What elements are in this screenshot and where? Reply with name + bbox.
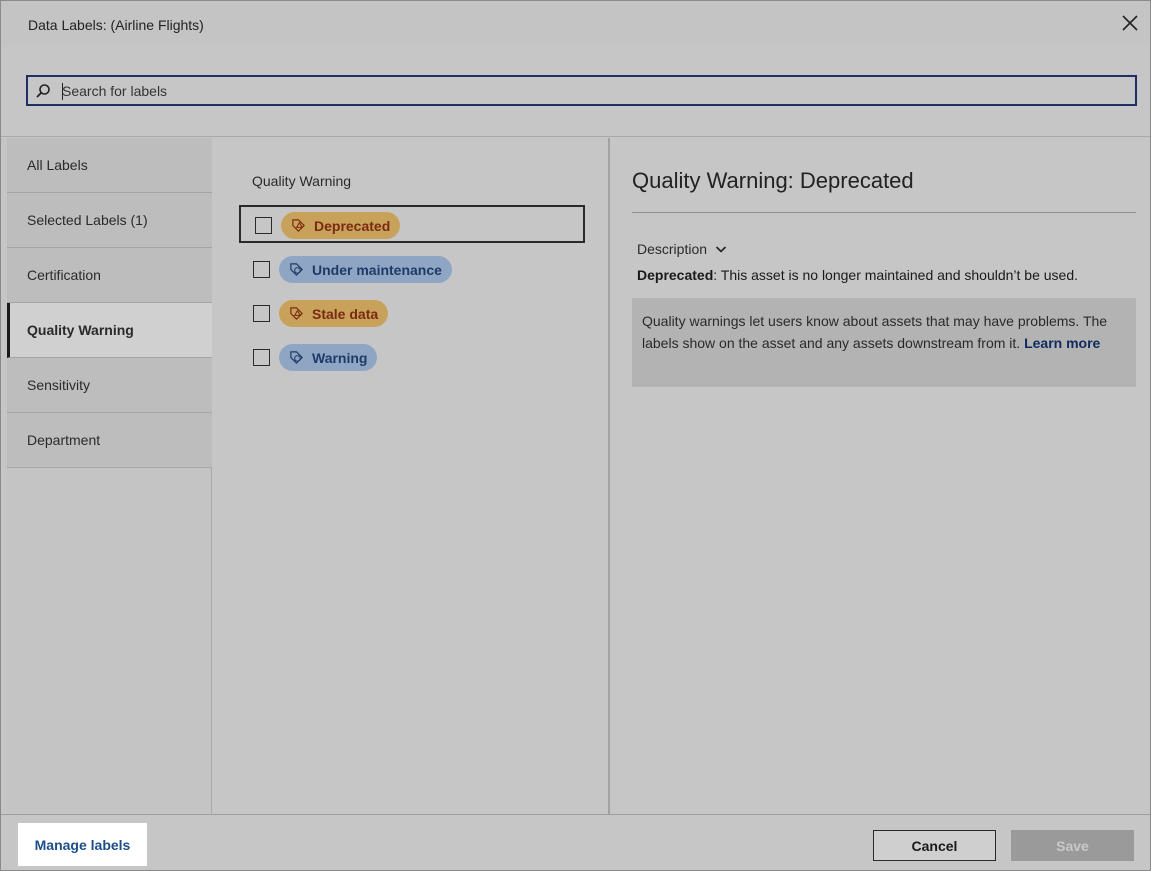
text-caret [62,83,63,100]
label-checkbox[interactable] [253,305,270,322]
label-detail-panel: Quality Warning: Deprecated Description … [612,138,1150,814]
close-icon [1122,15,1138,31]
search-input[interactable] [62,79,1122,103]
detail-title: Quality Warning: Deprecated [632,168,914,193]
description-body: : This asset is no longer maintained and… [713,267,1079,283]
sidebar-item-certification[interactable]: Certification [7,248,212,303]
dialog-title: Data Labels: (Airline Flights) [28,17,204,33]
description-text: Deprecated: This asset is no longer main… [637,267,1078,283]
learn-more-link[interactable]: Learn more [1024,335,1100,351]
sidebar-item-label: Certification [27,267,101,283]
label-row-stale-data[interactable]: Stale data [239,295,585,333]
label-checkbox[interactable] [255,217,272,234]
sidebar-item-label: Department [27,432,101,448]
sidebar-item-selected-labels[interactable]: Selected Labels (1) [7,193,212,248]
info-tag-icon [290,263,303,276]
label-pill-under-maintenance[interactable]: Under maintenance [279,256,452,283]
label-name: Deprecated [314,217,391,234]
dialog-titlebar: Data Labels: (Airline Flights) [1,1,1150,45]
search-icon [36,84,50,98]
label-name: Stale data [312,305,379,322]
labels-panel: Quality Warning Deprecated Under mainten… [212,138,610,814]
chevron-down-icon [715,246,727,253]
sidebar-item-quality-warning[interactable]: Quality Warning [7,303,212,358]
label-pill-deprecated[interactable]: Deprecated [281,212,401,239]
sidebar-item-label: Quality Warning [27,322,134,338]
label-pill-stale-data[interactable]: Stale data [279,300,389,327]
label-row-deprecated[interactable]: Deprecated [239,205,585,243]
warning-tag-icon [290,307,303,320]
manage-labels-button[interactable]: Manage labels [18,823,147,866]
description-toggle[interactable]: Description [637,241,727,257]
sidebar-item-label: Sensitivity [27,377,91,393]
description-term: Deprecated [637,267,714,283]
info-box: Quality warnings let users know about as… [632,298,1136,387]
dialog-footer: Manage labels Cancel Save [1,814,1150,870]
search-box[interactable] [26,75,1137,106]
label-checkbox[interactable] [253,261,270,278]
sidebar-empty-area [7,468,211,814]
sidebar-item-all-labels[interactable]: All Labels [7,138,212,193]
label-checkbox[interactable] [253,349,270,366]
search-area [1,45,1150,137]
sidebar-item-sensitivity[interactable]: Sensitivity [7,358,212,413]
sidebar-item-label: Selected Labels (1) [27,212,148,228]
close-button[interactable] [1118,11,1142,35]
label-name: Under maintenance [312,261,442,278]
cancel-button[interactable]: Cancel [873,830,996,861]
sidebar-item-department[interactable]: Department [7,413,212,468]
warning-tag-icon [292,219,305,232]
info-tag-icon [290,351,303,364]
data-labels-dialog: Data Labels: (Airline Flights) All Label… [0,0,1151,871]
save-button[interactable]: Save [1011,830,1134,861]
sidebar-item-label: All Labels [27,157,88,173]
label-row-warning[interactable]: Warning [239,339,585,377]
detail-divider [632,212,1136,213]
description-toggle-label: Description [637,241,708,257]
label-group-title: Quality Warning [252,173,352,189]
category-sidebar: All Labels Selected Labels (1) Certifica… [7,138,212,814]
label-name: Warning [312,349,368,366]
label-pill-warning[interactable]: Warning [279,344,378,371]
label-row-under-maintenance[interactable]: Under maintenance [239,251,585,289]
